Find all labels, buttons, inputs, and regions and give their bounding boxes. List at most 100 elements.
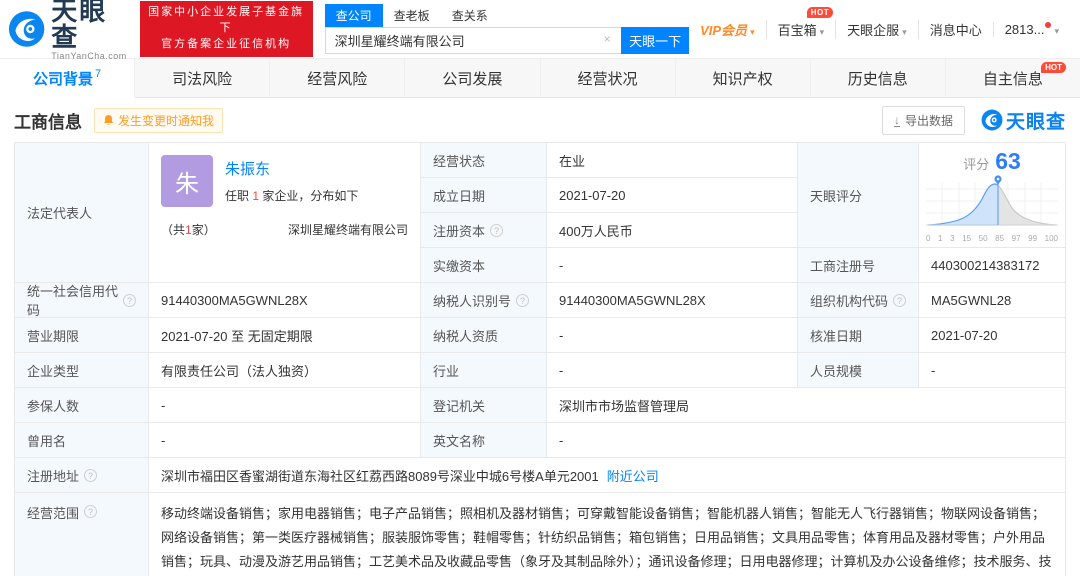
top-header: 天眼查 TianYanCha.com 国家中小企业发展子基金旗下 官方备案企业征… [0, 0, 1080, 58]
export-data-button[interactable]: ↓ 导出数据 [882, 106, 965, 135]
field-value: 深圳市市场监督管理局 [547, 388, 1065, 422]
field-label: 统一社会信用代码? [15, 283, 148, 317]
tab-company-background[interactable]: 公司背景7 [0, 59, 135, 98]
legal-rep-name-link[interactable]: 朱振东 [225, 158, 358, 179]
tab-history-info[interactable]: 历史信息 [811, 59, 946, 97]
chevron-down-icon: ▾ [902, 27, 907, 37]
menu-toolbox[interactable]: HOT 百宝箱▾ [766, 20, 836, 39]
field-label: 企业类型 [15, 353, 148, 387]
field-value: 2021-07-20 [547, 178, 797, 212]
legal-rep-company[interactable]: 深圳星耀终端有限公司 [288, 221, 408, 238]
field-label: 核准日期 [798, 318, 918, 352]
search-tab-company[interactable]: 查公司 [325, 4, 383, 27]
field-value: 400万人民币 [547, 213, 797, 247]
field-label: 组织机构代码? [798, 283, 918, 317]
field-label: 行业 [421, 353, 546, 387]
field-label: 营业期限 [15, 318, 148, 352]
field-value: 在业 [547, 143, 797, 177]
business-scope-cell: 移动终端设备销售；家用电器销售；电子产品销售；照相机及器材销售；可穿戴智能设备销… [149, 493, 1065, 576]
tab-self-info[interactable]: 自主信息 HOT [946, 59, 1080, 97]
chevron-down-icon: ▾ [820, 27, 825, 37]
search-area: 查公司 查老板 查关系 × 天眼一下 [325, 5, 689, 54]
nearby-companies-link[interactable]: 附近公司 [607, 466, 659, 485]
notification-dot [1045, 22, 1051, 28]
gov-certification-badge: 国家中小企业发展子基金旗下 官方备案企业征信机构 [140, 1, 313, 57]
search-tab-boss[interactable]: 查老板 [383, 4, 441, 27]
legal-rep-company-count: （共1家） [161, 221, 216, 238]
field-value: - [547, 423, 1065, 457]
field-label: 纳税人识别号? [421, 283, 546, 317]
help-icon[interactable]: ? [84, 505, 97, 518]
chevron-down-icon: ▾ [1054, 26, 1059, 36]
field-value: 91440300MA5GWNL28X [149, 283, 420, 317]
field-value: - [149, 423, 420, 457]
menu-enterprise-service[interactable]: 天眼企服▾ [835, 20, 918, 39]
search-tabs: 查公司 查老板 查关系 [325, 5, 689, 27]
field-label: 纳税人资质 [421, 318, 546, 352]
score-word: 评分 [963, 154, 989, 173]
tianyancha-logo[interactable]: 天眼查 TianYanCha.com [8, 0, 130, 61]
field-value: - [547, 318, 797, 352]
tab-intellectual-property[interactable]: 知识产权 [676, 59, 811, 97]
field-label: 人员规模 [798, 353, 918, 387]
tab-operating-status[interactable]: 经营状况 [541, 59, 676, 97]
score-axis-ticks: 0131550859799100 [926, 234, 1058, 243]
field-label: 注册地址? [15, 458, 148, 492]
help-icon[interactable]: ? [123, 294, 136, 307]
field-label: 英文名称 [421, 423, 546, 457]
tianyancha-mini-icon [981, 109, 1003, 131]
legal-rep-label: 法定代表人 [15, 143, 148, 282]
score-distribution-chart [926, 175, 1058, 233]
registered-address-cell: 深圳市福田区香蜜湖街道东海社区红荔西路8089号深业中城6号楼A单元2001 附… [149, 458, 1065, 492]
help-icon[interactable]: ? [516, 294, 529, 307]
bell-icon [103, 114, 114, 126]
search-tab-relation[interactable]: 查关系 [441, 4, 499, 27]
search-button[interactable]: 天眼一下 [621, 27, 689, 54]
chevron-down-icon: ▾ [750, 27, 755, 37]
help-icon[interactable]: ? [490, 224, 503, 237]
field-label: 注册资本? [421, 213, 546, 247]
field-label: 成立日期 [421, 178, 546, 212]
score-value: 63 [995, 148, 1021, 175]
search-input[interactable] [325, 27, 621, 54]
section-title: 工商信息 [14, 108, 82, 133]
avatar[interactable]: 朱 [161, 155, 213, 207]
notify-on-change-button[interactable]: 发生变更时通知我 [94, 108, 223, 133]
legal-rep-positions: 任职 1 家企业，分布如下 [225, 187, 358, 204]
field-label: 工商注册号 [798, 248, 918, 282]
field-label: 曾用名 [15, 423, 148, 457]
menu-account[interactable]: 2813...▾ [993, 22, 1070, 37]
company-nav-tabs: 公司背景7 司法风险 经营风险 公司发展 经营状况 知识产权 历史信息 自主信息… [0, 58, 1080, 98]
tab-company-development[interactable]: 公司发展 [405, 59, 540, 97]
clear-search-icon[interactable]: × [600, 33, 614, 47]
tianyan-score-cell: 评分 63 01315508597 [919, 143, 1065, 247]
field-label: 经营状态 [421, 143, 546, 177]
field-value: - [547, 248, 797, 282]
tab-judicial-risk[interactable]: 司法风险 [135, 59, 270, 97]
help-icon[interactable]: ? [84, 469, 97, 482]
field-value: 2021-07-20 [919, 318, 1065, 352]
hot-badge: HOT [1041, 62, 1066, 73]
field-value: - [149, 388, 420, 422]
field-value: 440300214383172 [919, 248, 1065, 282]
field-value: 91440300MA5GWNL28X [547, 283, 797, 317]
logo-text: 天眼查 [51, 0, 129, 50]
top-menu: VIP会员▾ HOT 百宝箱▾ 天眼企服▾ 消息中心 2813...▾ [689, 20, 1070, 39]
watermark-brand-text: 天眼查 [1006, 107, 1066, 134]
field-label: 登记机关 [421, 388, 546, 422]
hot-badge: HOT [807, 7, 833, 18]
tianyan-score-label: 天眼评分 [798, 143, 918, 247]
menu-vip[interactable]: VIP会员▾ [689, 20, 766, 39]
field-value: 2021-07-20 至 无固定期限 [149, 318, 420, 352]
legal-rep-cell: 朱 朱振东 任职 1 家企业，分布如下 （共1家） 深圳星耀终端有限公司 [149, 143, 420, 282]
menu-message-center[interactable]: 消息中心 [918, 20, 993, 39]
section-header: 工商信息 发生变更时通知我 ↓ 导出数据 天眼查 [0, 98, 1080, 142]
tab-operating-risk[interactable]: 经营风险 [270, 59, 405, 97]
help-icon[interactable]: ? [893, 294, 906, 307]
field-label: 参保人数 [15, 388, 148, 422]
field-value: 有限责任公司（法人独资） [149, 353, 420, 387]
download-icon: ↓ [894, 114, 900, 127]
watermark-brand: 天眼查 [981, 107, 1066, 134]
field-label: 经营范围? [15, 493, 148, 576]
field-value: - [919, 353, 1065, 387]
